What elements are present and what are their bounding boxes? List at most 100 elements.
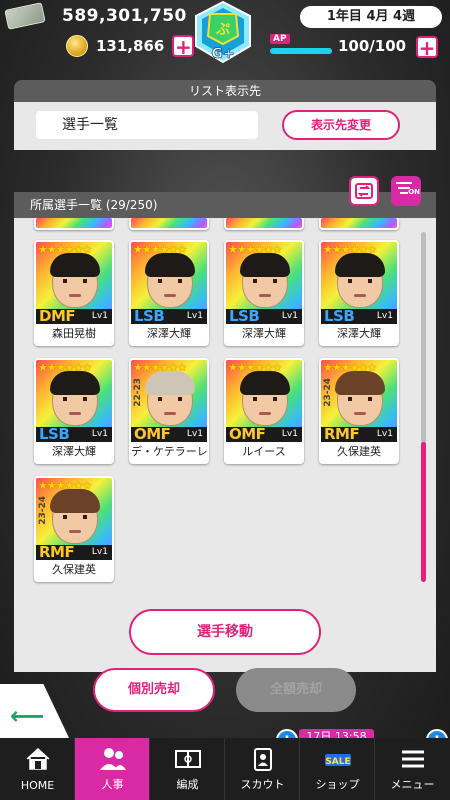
- nav-formation[interactable]: 編成: [150, 738, 225, 800]
- cash-icon: [4, 2, 46, 30]
- player-card[interactable]: ★★★★★★ LSB Lv1 深澤大輝: [224, 240, 304, 346]
- level-label: Lv1: [186, 311, 203, 321]
- field-icon: [175, 750, 201, 768]
- owned-players-title: 所属選手一覧 (29/250): [30, 198, 158, 212]
- svg-text:SALE: SALE: [325, 757, 350, 767]
- list-destination-body: 選手一覧 表示先変更: [14, 102, 436, 150]
- position-bar: OMF Lv1: [131, 425, 207, 443]
- player-list[interactable]: ★★★★★★ DMF Lv1 森田晃樹 ★★★★★★ LSB Lv1 深澤大輝 ★★★★★★ LS…: [14, 218, 436, 672]
- owned-players-header: 所属選手一覧 (29/250) ON: [14, 176, 436, 218]
- player-card[interactable]: ★★★★★★ 22-23 OMF Lv1 デ・ケテラーレ: [129, 358, 209, 464]
- list-scrollbar[interactable]: [421, 232, 426, 582]
- position-label: RMF: [324, 425, 360, 443]
- ap-bar: [270, 48, 332, 54]
- nav-menu[interactable]: メニュー: [375, 738, 450, 800]
- list-destination-header: リスト表示先: [14, 80, 436, 102]
- position-label: OMF: [229, 425, 266, 443]
- position-label: RMF: [39, 543, 75, 561]
- individual-sell-button[interactable]: 個別売却: [93, 668, 215, 712]
- season-tag: 22-23: [133, 378, 143, 407]
- player-eyes: [253, 279, 277, 283]
- player-mouth: [354, 294, 366, 297]
- nav-label: ショップ: [315, 778, 360, 791]
- position-label: LSB: [39, 425, 70, 443]
- ap-display: AP 100/100 +: [270, 34, 440, 58]
- player-card[interactable]: ★★★★★★ LSB Lv1 深澤大輝: [319, 240, 399, 346]
- position-bar: LSB Lv1: [131, 307, 207, 325]
- level-label: Lv1: [281, 429, 298, 439]
- nav-label: メニュー: [390, 778, 435, 791]
- money-display: 589,301,750: [4, 2, 187, 30]
- level-label: Lv1: [186, 429, 203, 439]
- player-eyes: [158, 279, 182, 283]
- nav-home[interactable]: HOME: [0, 738, 75, 800]
- back-arrow-icon: ⟵: [10, 702, 45, 730]
- level-label: Lv1: [376, 311, 393, 321]
- player-card-partial[interactable]: [224, 218, 304, 230]
- position-label: DMF: [39, 307, 76, 325]
- position-label: OMF: [134, 425, 171, 443]
- player-name: 深澤大輝: [131, 324, 207, 344]
- svg-text:ぷ: ぷ: [215, 22, 230, 38]
- nav-scout[interactable]: スカウト: [225, 738, 300, 800]
- filter-button[interactable]: ON: [391, 176, 421, 206]
- level-label: Lv1: [91, 547, 108, 557]
- player-eyes: [348, 279, 372, 283]
- position-bar: LSB Lv1: [36, 425, 112, 443]
- player-eyes: [63, 279, 87, 283]
- team-emblem-icon: ぷ G+: [195, 0, 251, 64]
- player-hair: [145, 253, 195, 277]
- position-label: LSB: [324, 307, 355, 325]
- player-card[interactable]: ★★★★★★ 23-24 RMF Lv1 久保建英: [34, 476, 114, 582]
- filter-on-label: ON: [408, 188, 420, 196]
- scout-icon: [254, 748, 272, 771]
- level-label: Lv1: [376, 429, 393, 439]
- main-panel: リスト表示先 選手一覧 表示先変更 所属選手一覧 (29/250) ON ★★★…: [14, 80, 436, 672]
- back-button[interactable]: ⟵: [0, 684, 70, 740]
- nav-label: HOME: [20, 779, 55, 792]
- player-mouth: [259, 294, 271, 297]
- move-player-button[interactable]: 選手移動: [129, 609, 321, 655]
- player-name: 深澤大輝: [321, 324, 397, 344]
- player-card-partial[interactable]: [129, 218, 209, 230]
- sell-all-button: 全額売却: [236, 668, 356, 712]
- position-bar: LSB Lv1: [226, 307, 302, 325]
- player-hair: [50, 253, 100, 277]
- player-card[interactable]: ★★★★★★ OMF Lv1 ルイース: [224, 358, 304, 464]
- player-card[interactable]: ★★★★★★ LSB Lv1 深澤大輝: [129, 240, 209, 346]
- player-name: ルイース: [226, 442, 302, 462]
- list-scrollbar-thumb[interactable]: [421, 442, 426, 582]
- top-bar: 589,301,750 131,866 + ぷ G+ 1年目 4月 4週 AP …: [0, 0, 450, 64]
- sort-icon: [355, 183, 373, 199]
- player-name: デ・ケテラーレ: [131, 442, 207, 462]
- level-label: Lv1: [91, 311, 108, 321]
- player-eyes: [253, 397, 277, 401]
- nav-label: スカウト: [240, 778, 285, 791]
- player-card[interactable]: ★★★★★★ LSB Lv1 深澤大輝: [34, 358, 114, 464]
- add-ap-button[interactable]: +: [416, 36, 438, 58]
- player-card-partial[interactable]: [34, 218, 114, 230]
- nav-shop[interactable]: SALE ショップ: [300, 738, 375, 800]
- nav-label: 編成: [176, 778, 199, 791]
- list-destination-select[interactable]: 選手一覧: [36, 111, 258, 139]
- player-eyes: [63, 397, 87, 401]
- player-card[interactable]: ★★★★★★ 23-24 RMF Lv1 久保建英: [319, 358, 399, 464]
- player-hair: [335, 253, 385, 277]
- player-hair: [240, 371, 290, 395]
- player-mouth: [69, 294, 81, 297]
- level-label: Lv1: [281, 311, 298, 321]
- player-card[interactable]: ★★★★★★ DMF Lv1 森田晃樹: [34, 240, 114, 346]
- player-card-partial[interactable]: [319, 218, 399, 230]
- menu-icon: [402, 750, 424, 768]
- position-bar: RMF Lv1: [321, 425, 397, 443]
- player-name: 久保建英: [321, 442, 397, 462]
- nav-personnel[interactable]: 人事: [75, 738, 150, 800]
- position-label: LSB: [229, 307, 260, 325]
- coin-value: 131,866: [96, 37, 165, 55]
- change-destination-button[interactable]: 表示先変更: [282, 110, 400, 140]
- sort-button[interactable]: [349, 176, 379, 206]
- player-hair: [240, 253, 290, 277]
- team-emblem[interactable]: ぷ G+: [188, 0, 258, 68]
- player-hair: [50, 489, 100, 513]
- player-mouth: [164, 294, 176, 297]
